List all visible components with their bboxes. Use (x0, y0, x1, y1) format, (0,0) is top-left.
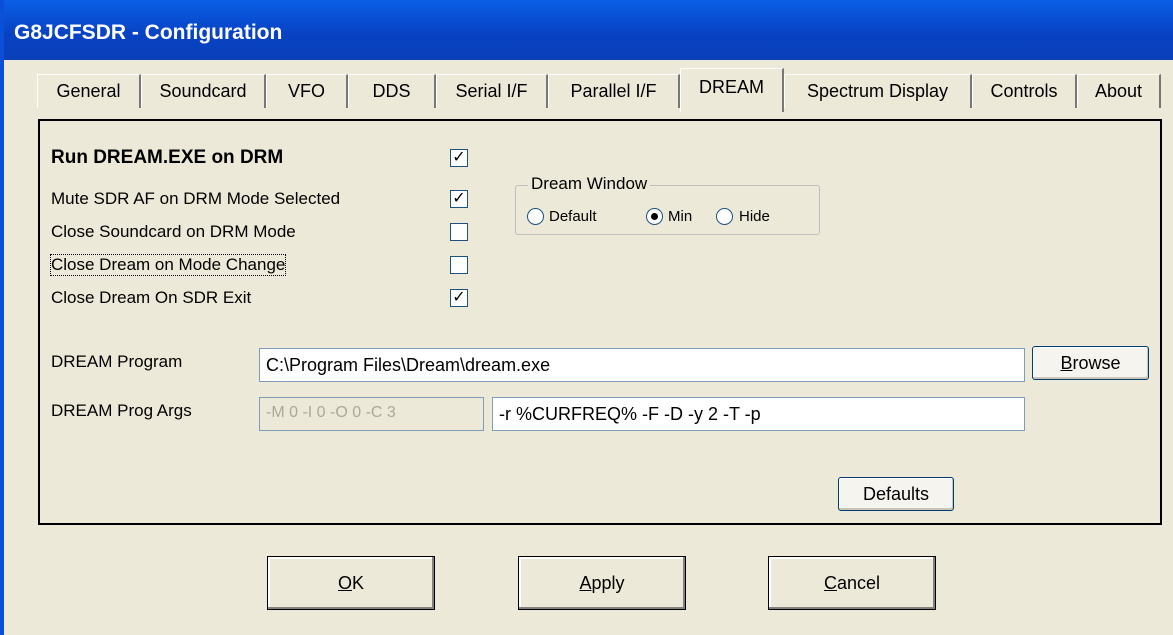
dream-fixed-args-field: -M 0 -I 0 -O 0 -C 3 (259, 397, 484, 431)
dream-program-label: DREAM Program (51, 352, 183, 371)
close-soundcard-checkbox[interactable] (450, 223, 468, 241)
tab-dds[interactable]: DDS (348, 74, 436, 108)
close-dream-mode-change-label: Close Dream on Mode Change (49, 254, 287, 276)
radio-selected-dot-icon (651, 213, 658, 220)
tab-parallel-if[interactable]: Parallel I/F (548, 74, 680, 108)
tab-spectrum-display[interactable]: Spectrum Display (784, 74, 972, 108)
tab-strip: General Soundcard VFO DDS Serial I/F Par… (4, 60, 1173, 120)
close-dream-sdr-exit-checkbox[interactable]: ✓ (450, 289, 468, 307)
radio-hide[interactable] (716, 208, 733, 225)
defaults-button[interactable]: Defaults (838, 477, 954, 511)
close-soundcard-label: Close Soundcard on DRM Mode (51, 222, 296, 241)
close-dream-sdr-exit-label: Close Dream On SDR Exit (51, 288, 252, 307)
tab-vfo[interactable]: VFO (266, 74, 348, 108)
radio-min-label: Min (668, 208, 693, 225)
browse-accel: B (1060, 352, 1073, 373)
run-dream-label: Run DREAM.EXE on DRM (51, 147, 284, 168)
radio-default[interactable] (527, 208, 544, 225)
browse-rest: rowse (1072, 352, 1121, 373)
dream-window-group: Dream Window Default Min Hide (515, 174, 820, 235)
radio-hide-label: Hide (739, 208, 770, 225)
ok-button[interactable]: OK (267, 556, 435, 610)
tab-serial-if[interactable]: Serial I/F (436, 74, 548, 108)
apply-button[interactable]: Apply (518, 556, 686, 610)
radio-default-label: Default (549, 208, 597, 225)
apply-accel: A (579, 572, 592, 593)
dream-window-legend: Dream Window (528, 174, 651, 194)
dream-tab-panel: Run DREAM.EXE on DRM Mute SDR AF on DRM … (38, 119, 1162, 525)
radio-min[interactable] (646, 208, 663, 225)
cancel-rest: ancel (836, 572, 881, 593)
dream-prog-args-label: DREAM Prog Args (51, 401, 192, 420)
configuration-window: G8JCFSDR - Configuration General Soundca… (0, 0, 1173, 635)
browse-button[interactable]: Browse (1032, 346, 1149, 380)
cancel-accel: C (823, 572, 837, 593)
ok-rest: K (352, 572, 365, 593)
cancel-button[interactable]: Cancel (768, 556, 936, 610)
tab-soundcard[interactable]: Soundcard (141, 74, 266, 108)
checkmark-icon: ✓ (452, 149, 466, 166)
tab-about[interactable]: About (1077, 74, 1161, 108)
title-bar[interactable]: G8JCFSDR - Configuration (4, 0, 1173, 60)
run-dream-checkbox[interactable]: ✓ (450, 149, 468, 167)
window-title: G8JCFSDR - Configuration (14, 21, 283, 44)
ok-accel: O (337, 572, 352, 593)
checkmark-icon: ✓ (452, 190, 466, 207)
tab-general[interactable]: General (37, 74, 141, 108)
mute-sdr-af-label: Mute SDR AF on DRM Mode Selected (51, 189, 341, 208)
dream-prog-args-input[interactable]: -r %CURFREQ% -F -D -y 2 -T -p (492, 397, 1025, 431)
checkmark-icon: ✓ (452, 289, 466, 306)
mute-sdr-af-checkbox[interactable]: ✓ (450, 190, 468, 208)
apply-rest: pply (591, 572, 625, 593)
tab-controls[interactable]: Controls (972, 74, 1077, 108)
close-dream-mode-change-checkbox[interactable] (450, 256, 468, 274)
dream-program-input[interactable]: C:\Program Files\Dream\dream.exe (259, 348, 1025, 382)
tab-dream[interactable]: DREAM (680, 68, 784, 112)
